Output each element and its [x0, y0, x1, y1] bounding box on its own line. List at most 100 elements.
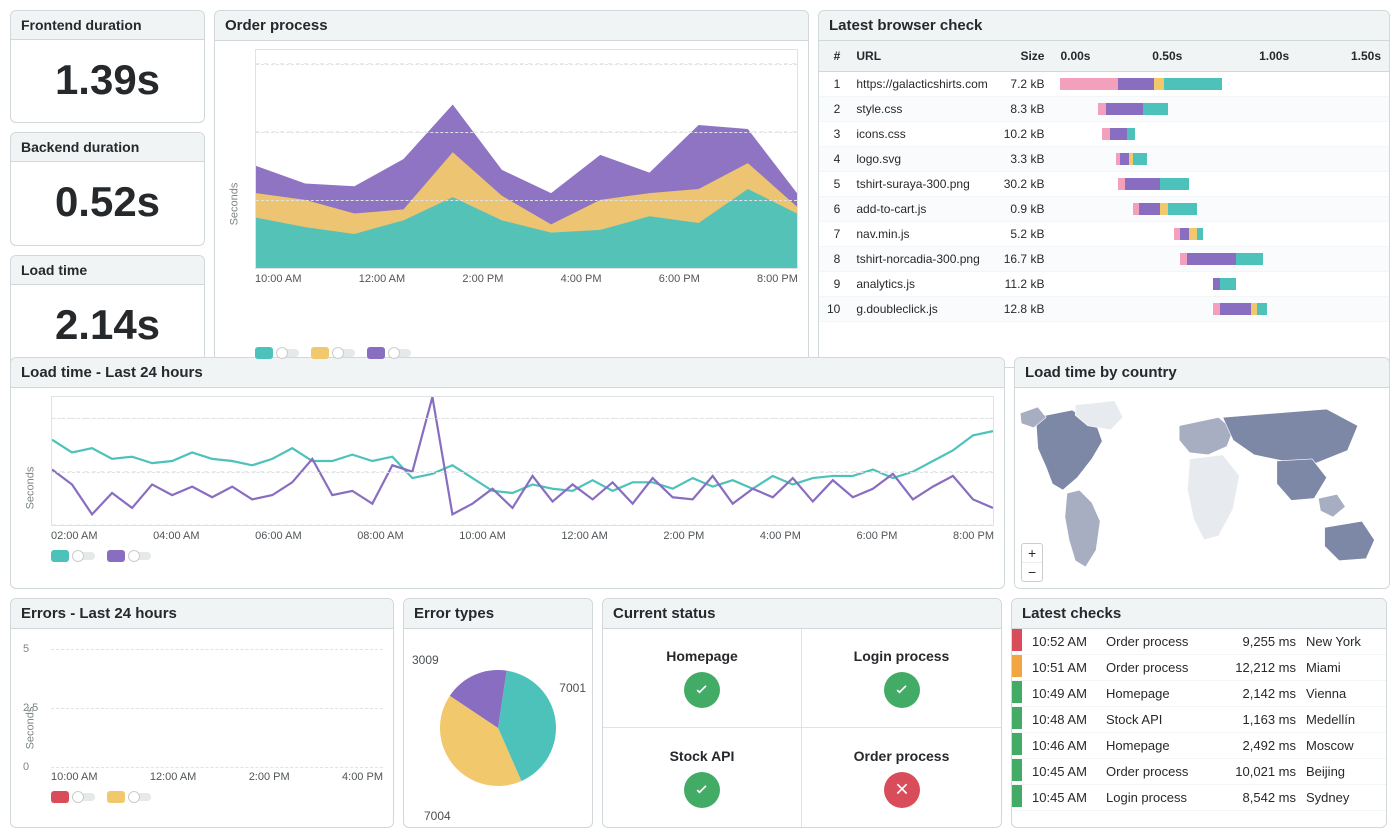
table-row[interactable]: 6add-to-cart.js0.9 kB: [819, 197, 1389, 222]
check-duration: 2,492 ms: [1224, 738, 1296, 753]
col-timeline: 0.00s0.50s1.00s1.50s: [1052, 41, 1389, 72]
world-map[interactable]: + −: [1015, 388, 1389, 588]
check-location: Beijing: [1306, 764, 1380, 779]
legend-toggle[interactable]: [107, 550, 151, 562]
table-row[interactable]: 9analytics.js11.2 kB: [819, 272, 1389, 297]
panel-title: Errors - Last 24 hours: [11, 599, 393, 629]
status-indicator: [1012, 629, 1022, 651]
check-time: 10:51 AM: [1032, 660, 1096, 675]
chart-legend: [51, 783, 383, 803]
stat-label: Load time: [11, 256, 204, 285]
stat-panel: Load time 2.14s: [10, 255, 205, 368]
legend-toggle[interactable]: [107, 791, 151, 803]
panel-title: Current status: [603, 599, 1001, 629]
status-cell: Homepage: [603, 629, 802, 728]
table-row[interactable]: 4logo.svg3.3 kB: [819, 147, 1389, 172]
table-row[interactable]: 8tshirt-norcadia-300.png16.7 kB: [819, 247, 1389, 272]
status-cell: Stock API: [603, 728, 802, 827]
check-duration: 8,542 ms: [1224, 790, 1296, 805]
stat-value: 2.14s: [21, 301, 194, 349]
col-size: Size: [996, 41, 1053, 72]
error-types-pie: 3009 7001 7004: [404, 629, 592, 827]
errors-bar-chart: 02.55: [51, 637, 383, 767]
check-name: Order process: [1106, 634, 1214, 649]
check-location: Miami: [1306, 660, 1380, 675]
status-indicator: [1012, 759, 1022, 781]
status-name: Login process: [854, 648, 950, 664]
check-row[interactable]: 10:45 AM Login process 8,542 ms Sydney: [1012, 785, 1386, 811]
check-name: Stock API: [1106, 712, 1214, 727]
status-indicator: [1012, 785, 1022, 807]
check-time: 10:45 AM: [1032, 764, 1096, 779]
stat-panel: Backend duration 0.52s: [10, 132, 205, 245]
stat-label: Frontend duration: [11, 11, 204, 40]
load-by-country-panel: Load time by country + −: [1014, 357, 1390, 589]
stat-label: Backend duration: [11, 133, 204, 162]
check-row[interactable]: 10:51 AM Order process 12,212 ms Miami: [1012, 655, 1386, 681]
latest-checks-panel: Latest checks 10:52 AM Order process 9,2…: [1011, 598, 1387, 828]
status-indicator: [1012, 707, 1022, 729]
check-time: 10:49 AM: [1032, 686, 1096, 701]
check-location: Moscow: [1306, 738, 1380, 753]
check-time: 10:52 AM: [1032, 634, 1096, 649]
status-grid: Homepage Login process Stock API Order p…: [603, 629, 1001, 827]
check-circle-icon: [684, 672, 720, 708]
status-indicator: [1012, 655, 1022, 677]
current-status-panel: Current status Homepage Login process St…: [602, 598, 1002, 828]
x-circle-icon: [884, 772, 920, 808]
check-row[interactable]: 10:46 AM Homepage 2,492 ms Moscow: [1012, 733, 1386, 759]
status-name: Homepage: [666, 648, 738, 664]
table-row[interactable]: 5tshirt-suraya-300.png30.2 kB: [819, 172, 1389, 197]
check-name: Order process: [1106, 764, 1214, 779]
check-location: New York: [1306, 634, 1380, 649]
legend-toggle[interactable]: [255, 347, 299, 359]
stats-column: Frontend duration 1.39sBackend duration …: [10, 10, 205, 368]
stat-value: 0.52s: [21, 178, 194, 226]
pie-label: 7001: [559, 681, 586, 695]
table-row[interactable]: 1https://galacticshirts.com7.2 kB: [819, 72, 1389, 97]
check-duration: 12,212 ms: [1224, 660, 1296, 675]
table-row[interactable]: 7nav.min.js5.2 kB: [819, 222, 1389, 247]
check-row[interactable]: 10:49 AM Homepage 2,142 ms Vienna: [1012, 681, 1386, 707]
zoom-out-button[interactable]: −: [1022, 563, 1042, 581]
status-name: Order process: [854, 748, 950, 764]
stat-value: 1.39s: [21, 56, 194, 104]
check-time: 10:48 AM: [1032, 712, 1096, 727]
y-axis-label: Seconds: [24, 467, 36, 510]
check-name: Login process: [1106, 790, 1214, 805]
table-row[interactable]: 3icons.css10.2 kB: [819, 122, 1389, 147]
check-row[interactable]: 10:45 AM Order process 10,021 ms Beijing: [1012, 759, 1386, 785]
chart-legend: [255, 339, 798, 359]
legend-toggle[interactable]: [51, 550, 95, 562]
status-indicator: [1012, 733, 1022, 755]
check-circle-icon: [684, 772, 720, 808]
check-row[interactable]: 10:52 AM Order process 9,255 ms New York: [1012, 629, 1386, 655]
status-cell: Login process: [802, 629, 1001, 728]
pie-label: 7004: [424, 809, 451, 823]
pie-label: 3009: [412, 653, 439, 667]
order-process-chart: 051015: [255, 49, 798, 269]
check-duration: 9,255 ms: [1224, 634, 1296, 649]
check-duration: 10,021 ms: [1224, 764, 1296, 779]
table-row[interactable]: 10g.doubleclick.js12.8 kB: [819, 297, 1389, 322]
check-location: Sydney: [1306, 790, 1380, 805]
zoom-in-button[interactable]: +: [1022, 544, 1042, 563]
check-location: Medellín: [1306, 712, 1380, 727]
panel-title: Latest checks: [1012, 599, 1386, 629]
check-row[interactable]: 10:48 AM Stock API 1,163 ms Medellín: [1012, 707, 1386, 733]
check-duration: 1,163 ms: [1224, 712, 1296, 727]
check-duration: 2,142 ms: [1224, 686, 1296, 701]
table-row[interactable]: 2style.css8.3 kB: [819, 97, 1389, 122]
legend-toggle[interactable]: [367, 347, 411, 359]
map-zoom-controls[interactable]: + −: [1021, 543, 1043, 582]
status-name: Stock API: [670, 748, 735, 764]
legend-toggle[interactable]: [311, 347, 355, 359]
legend-toggle[interactable]: [51, 791, 95, 803]
errors-24h-panel: Errors - Last 24 hours Seconds 02.55 10:…: [10, 598, 394, 828]
latest-checks-list: 10:52 AM Order process 9,255 ms New York…: [1012, 629, 1386, 827]
check-name: Order process: [1106, 660, 1214, 675]
stat-panel: Frontend duration 1.39s: [10, 10, 205, 123]
status-cell: Order process: [802, 728, 1001, 827]
error-types-panel: Error types 3009 7001 7004: [403, 598, 593, 828]
panel-title: Latest browser check: [819, 11, 1389, 41]
